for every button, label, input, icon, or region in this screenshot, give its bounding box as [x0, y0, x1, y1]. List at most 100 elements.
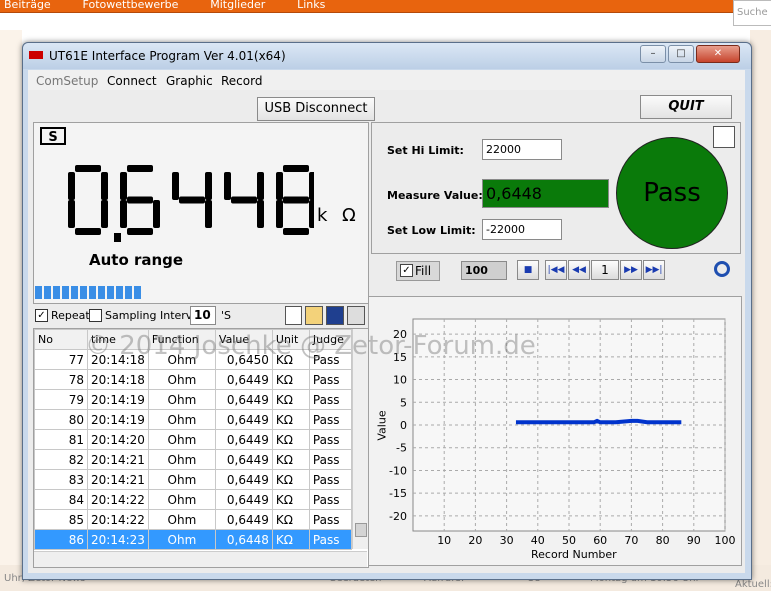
table-cell: 20:14:21: [87, 469, 149, 490]
bargraph-segment: [89, 286, 96, 299]
table-cell: 0,6449: [214, 489, 273, 510]
sampling-checkbox[interactable]: [89, 309, 102, 322]
x-tick-label: 10: [437, 534, 451, 547]
nav-item-mitglieder[interactable]: Mitglieder: [210, 0, 289, 11]
bargraph-segment: [80, 286, 87, 299]
y-tick-label: 0: [400, 419, 407, 432]
table-row[interactable]: 81 20:14:20 Ohm 0,6449 KΩ Pass: [34, 429, 353, 450]
website-right-column: [750, 30, 771, 591]
zoom-icon[interactable]: [714, 261, 730, 277]
table-cell: Pass: [308, 529, 353, 550]
lcd-segment: [101, 200, 108, 228]
table-cell: Ohm: [147, 429, 216, 450]
table-cell: 20:14:22: [87, 489, 149, 510]
low-limit-input[interactable]: -22000: [482, 219, 562, 240]
lcd-segment: [101, 172, 108, 200]
limits-panel: Set Hi Limit: 22000 Measure Value: 0,644…: [371, 122, 741, 254]
export-icon[interactable]: [713, 126, 735, 148]
lcd-segment: [75, 228, 101, 235]
client-area: ComSetup Connect Graphic Record USB Disc…: [28, 70, 745, 573]
fill-checkbox[interactable]: ✓ Fill: [396, 261, 440, 281]
table-row[interactable]: 80 20:14:19 Ohm 0,6449 KΩ Pass: [34, 409, 353, 430]
table-cell: Ohm: [147, 409, 216, 430]
bargraph-segment: [44, 286, 51, 299]
scroll-thumb[interactable]: [355, 523, 367, 537]
minimize-button[interactable]: –: [640, 45, 666, 63]
usb-disconnect-button[interactable]: USB Disconnect: [257, 97, 375, 121]
table-cell: KΩ: [271, 369, 310, 390]
table-row[interactable]: 78 20:14:18 Ohm 0,6449 KΩ Pass: [34, 369, 353, 390]
save-disk-icon[interactable]: [326, 306, 344, 325]
bargraph-segment: [107, 286, 114, 299]
table-row[interactable]: 82 20:14:21 Ohm 0,6449 KΩ Pass: [34, 449, 353, 470]
x-axis-label: Record Number: [531, 548, 617, 561]
lcd-segment: [172, 172, 179, 200]
table-cell: KΩ: [271, 409, 310, 430]
table-cell: KΩ: [271, 449, 310, 470]
menu-graphic[interactable]: Graphic: [166, 74, 213, 88]
lcd-segment: [224, 172, 231, 200]
table-cell: Ohm: [147, 389, 216, 410]
table-cell: 20:14:22: [87, 509, 149, 530]
records-grid: No time Function Value Unit Judge 77 20:1…: [34, 329, 353, 550]
menu-connect[interactable]: Connect: [107, 74, 157, 88]
table-cell: 86: [34, 529, 88, 550]
website-search-input[interactable]: Suche: [733, 0, 771, 26]
table-cell: Ohm: [147, 469, 216, 490]
app-logo-icon: [29, 51, 43, 59]
table-cell: Ohm: [147, 369, 216, 390]
new-file-icon[interactable]: [285, 306, 302, 325]
table-cell: 0,6449: [214, 409, 273, 430]
fill-value[interactable]: 100: [461, 261, 507, 280]
x-tick-label: 40: [531, 534, 545, 547]
open-folder-icon[interactable]: [305, 306, 323, 325]
title-bar[interactable]: UT61E Interface Program Ver 4.01(x64) – …: [23, 43, 751, 69]
lcd-segment: [120, 200, 127, 228]
next-page-icon[interactable]: ▶▶: [620, 260, 642, 280]
table-cell: Pass: [308, 449, 353, 470]
lcd-segment: [205, 172, 212, 200]
interval-input[interactable]: 10: [190, 306, 216, 325]
table-cell: Pass: [308, 409, 353, 430]
menu-comsetup[interactable]: ComSetup: [36, 74, 98, 88]
table-cell: KΩ: [271, 429, 310, 450]
maximize-button[interactable]: □: [668, 45, 694, 63]
repeat-checkbox[interactable]: ✓: [35, 309, 48, 322]
table-cell: KΩ: [271, 489, 310, 510]
table-cell: 85: [34, 509, 88, 530]
prev-page-icon[interactable]: ◀◀: [568, 260, 590, 280]
col-no[interactable]: No: [34, 329, 88, 350]
table-cell: KΩ: [271, 509, 310, 530]
vertical-scrollbar[interactable]: [352, 329, 368, 549]
last-page-icon[interactable]: ▶▶|: [643, 260, 665, 280]
table-row[interactable]: 85 20:14:22 Ohm 0,6449 KΩ Pass: [34, 509, 353, 530]
page-number[interactable]: 1: [591, 260, 619, 280]
lcd-segment: [276, 172, 283, 200]
menu-record[interactable]: Record: [221, 74, 262, 88]
x-tick-label: 70: [624, 534, 638, 547]
table-cell: KΩ: [271, 389, 310, 410]
table-cell: Pass: [308, 429, 353, 450]
watermark: © 2014 Joschke @ Zetor-Forum.de: [85, 331, 536, 361]
nav-item-fotowettbewerbe[interactable]: Fotowettbewerbe: [83, 0, 203, 11]
table-row[interactable]: 79 20:14:19 Ohm 0,6449 KΩ Pass: [34, 389, 353, 410]
print-icon[interactable]: [347, 306, 365, 325]
nav-item-links[interactable]: Links: [297, 0, 349, 11]
table-row[interactable]: 84 20:14:22 Ohm 0,6449 KΩ Pass: [34, 489, 353, 510]
lcd-segment: [68, 172, 75, 200]
hi-limit-input[interactable]: 22000: [482, 139, 562, 160]
bargraph-segment: [62, 286, 69, 299]
mode-badge: S: [40, 127, 66, 145]
first-page-icon[interactable]: |◀◀: [545, 260, 567, 280]
horizontal-scrollbar[interactable]: [34, 551, 367, 567]
save-icon[interactable]: ■: [517, 260, 539, 280]
close-button[interactable]: ✕: [696, 45, 740, 63]
nav-item-beitraege[interactable]: Beiträge: [4, 0, 75, 11]
table-cell: 80: [34, 409, 88, 430]
quit-button[interactable]: QUIT: [640, 95, 732, 119]
sampling-label: Sampling Interval: [105, 309, 203, 322]
menu-bar: ComSetup Connect Graphic Record: [28, 70, 745, 90]
table-row[interactable]: 83 20:14:21 Ohm 0,6449 KΩ Pass: [34, 469, 353, 490]
x-tick-label: 50: [562, 534, 576, 547]
table-row[interactable]: 86 20:14:23 Ohm 0,6448 KΩ Pass: [34, 529, 353, 550]
